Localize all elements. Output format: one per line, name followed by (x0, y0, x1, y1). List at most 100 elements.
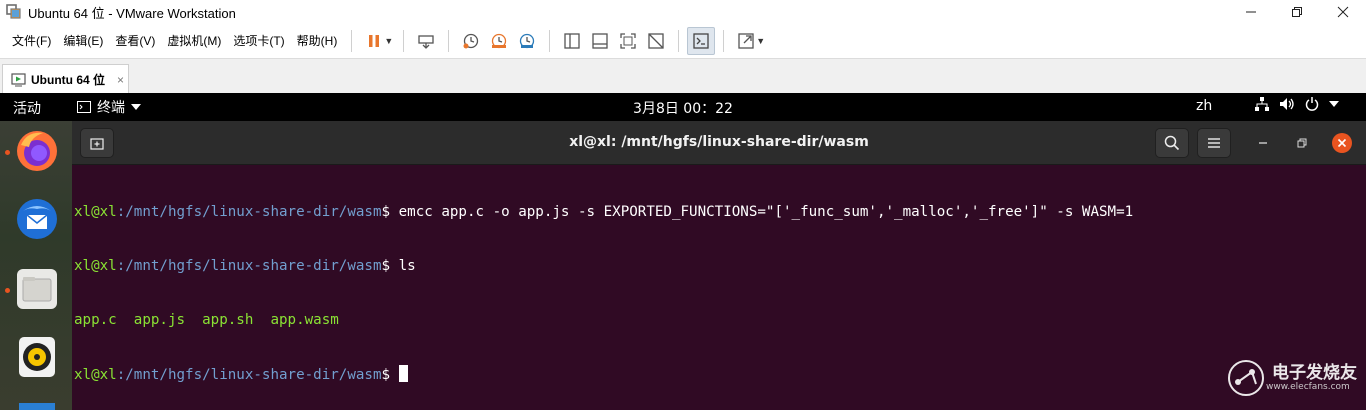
close-icon (1337, 138, 1347, 148)
files-icon (17, 269, 57, 309)
guest-display[interactable]: 活动 终端 3月8日 00：22 zh xl@xl: /mnt/hgfs/lin… (0, 93, 1366, 410)
firefox-icon (17, 131, 57, 171)
terminal-header-bar: xl@xl: /mnt/hgfs/linux-share-dir/wasm (72, 121, 1366, 165)
terminal-line: app.c app.js app.sh app.wasm (74, 311, 1133, 329)
vmware-logo-icon (6, 4, 22, 20)
dock-thunderbird[interactable] (13, 195, 61, 243)
clock[interactable]: 3月8日 00：22 (0, 98, 1366, 118)
input-method-indicator[interactable]: zh (1196, 98, 1212, 114)
terminal-output[interactable]: xl@xl:/mnt/hgfs/linux-share-dir/wasm$ em… (74, 167, 1133, 419)
power-icon (1305, 97, 1319, 111)
libreoffice-writer-icon (19, 403, 55, 410)
dock-rhythmbox[interactable] (13, 333, 61, 381)
tab-label: Ubuntu 64 位 (31, 73, 105, 87)
toolbar-divider (403, 30, 405, 52)
unity-icon (648, 33, 664, 49)
console-view-icon (693, 33, 709, 49)
toolbar-divider (549, 30, 551, 52)
toolbar-divider (723, 30, 725, 52)
hamburger-menu-icon (1208, 138, 1220, 148)
send-ctrl-alt-del-button[interactable] (412, 27, 440, 55)
chevron-down-icon (1329, 101, 1339, 107)
stretch-icon (738, 33, 754, 49)
toolbar-divider (678, 30, 680, 52)
prompt-user: xl@xl (74, 258, 117, 274)
prompt-path: :/mnt/hgfs/linux-share-dir/wasm (116, 258, 382, 274)
full-screen-icon (620, 33, 636, 49)
revert-snapshot-icon (492, 33, 507, 49)
terminal-window[interactable]: xl@xl: /mnt/hgfs/linux-share-dir/wasm xl… (72, 121, 1366, 410)
terminal-menu-button[interactable] (1197, 128, 1231, 158)
tab-ubuntu[interactable]: Ubuntu 64 位 × (2, 64, 129, 94)
menu-view[interactable]: 查看(V) (109, 30, 161, 52)
snapshot-manager-icon (520, 33, 535, 49)
vmware-title-bar: Ubuntu 64 位 - VMware Workstation (0, 0, 1366, 24)
running-indicator (5, 288, 10, 293)
system-tray[interactable] (1255, 97, 1339, 111)
terminal-line: xl@xl:/mnt/hgfs/linux-share-dir/wasm$ ls (74, 257, 1133, 275)
minimize-icon (1259, 142, 1267, 144)
minimize-button[interactable] (1228, 0, 1274, 24)
toolbar-divider (448, 30, 450, 52)
command-text: ls (398, 258, 416, 274)
menu-edit[interactable]: 编辑(E) (57, 30, 109, 52)
rhythmbox-icon (19, 337, 55, 377)
network-icon (1255, 97, 1269, 111)
menu-tabs[interactable]: 选项卡(T) (227, 30, 290, 52)
send-ctrl-alt-del-icon (418, 35, 434, 49)
vm-tab-strip: Ubuntu 64 位 × (0, 58, 1366, 94)
window-title: Ubuntu 64 位 - VMware Workstation (28, 5, 236, 21)
volume-icon (1280, 98, 1294, 110)
menu-toolbar: 文件(F) 编辑(E) 查看(V) 虚拟机(M) 选项卡(T) 帮助(H) ▼ … (0, 24, 1366, 58)
terminal-line: xl@xl:/mnt/hgfs/linux-share-dir/wasm$ em… (74, 203, 1133, 221)
prompt-path: :/mnt/hgfs/linux-share-dir/wasm (116, 204, 382, 220)
search-icon (1164, 135, 1180, 151)
toolbar-divider (351, 30, 353, 52)
watermark: 电子发烧友 www.elecfans.com (1226, 358, 1357, 398)
prompt-symbol: $ (381, 258, 399, 274)
terminal-maximize-button[interactable] (1292, 133, 1312, 153)
text-cursor (398, 365, 408, 382)
thumbnail-bar-button[interactable] (586, 27, 614, 55)
show-library-icon (564, 33, 580, 49)
dock-files[interactable] (13, 265, 61, 313)
prompt-symbol: $ (381, 204, 399, 220)
close-button[interactable] (1320, 0, 1366, 24)
menu-help[interactable]: 帮助(H) (291, 30, 344, 52)
prompt-path: :/mnt/hgfs/linux-share-dir/wasm (116, 367, 382, 383)
revert-snapshot-button[interactable] (485, 27, 513, 55)
pause-dropdown-icon[interactable]: ▼ (384, 36, 393, 46)
dock-firefox[interactable] (13, 127, 61, 175)
prompt-user: xl@xl (74, 367, 117, 383)
terminal-line: xl@xl:/mnt/hgfs/linux-share-dir/wasm$ (74, 365, 1133, 383)
take-snapshot-button[interactable] (457, 27, 485, 55)
pause-icon (369, 35, 380, 47)
running-indicator (5, 150, 10, 155)
watermark-logo-icon (1228, 360, 1264, 396)
vm-power-icon (11, 72, 27, 87)
terminal-minimize-button[interactable] (1253, 133, 1273, 153)
gnome-top-bar: 活动 终端 3月8日 00：22 zh (0, 93, 1366, 121)
menu-file[interactable]: 文件(F) (6, 30, 57, 52)
restore-button[interactable] (1274, 0, 1320, 24)
thunderbird-icon (17, 199, 57, 239)
full-screen-button[interactable] (614, 27, 642, 55)
unity-button[interactable] (642, 27, 670, 55)
restore-icon (1297, 138, 1307, 148)
snapshot-icon (463, 33, 479, 49)
command-text: emcc app.c -o app.js -s EXPORTED_FUNCTIO… (398, 204, 1134, 220)
watermark-text: 电子发烧友 (1272, 363, 1357, 383)
terminal-search-button[interactable] (1155, 128, 1189, 158)
stretch-dropdown-icon[interactable]: ▼ (756, 36, 765, 46)
dock-next-app[interactable] (13, 403, 61, 410)
prompt-user: xl@xl (74, 204, 117, 220)
menu-vm[interactable]: 虚拟机(M) (161, 30, 227, 52)
snapshot-manager-button[interactable] (513, 27, 541, 55)
show-library-button[interactable] (558, 27, 586, 55)
terminal-close-button[interactable] (1332, 133, 1352, 153)
console-view-button[interactable] (687, 27, 716, 55)
prompt-symbol: $ (381, 367, 399, 383)
dock (0, 121, 72, 410)
thumbnail-bar-icon (592, 33, 608, 49)
tab-close-icon[interactable]: × (117, 73, 124, 87)
